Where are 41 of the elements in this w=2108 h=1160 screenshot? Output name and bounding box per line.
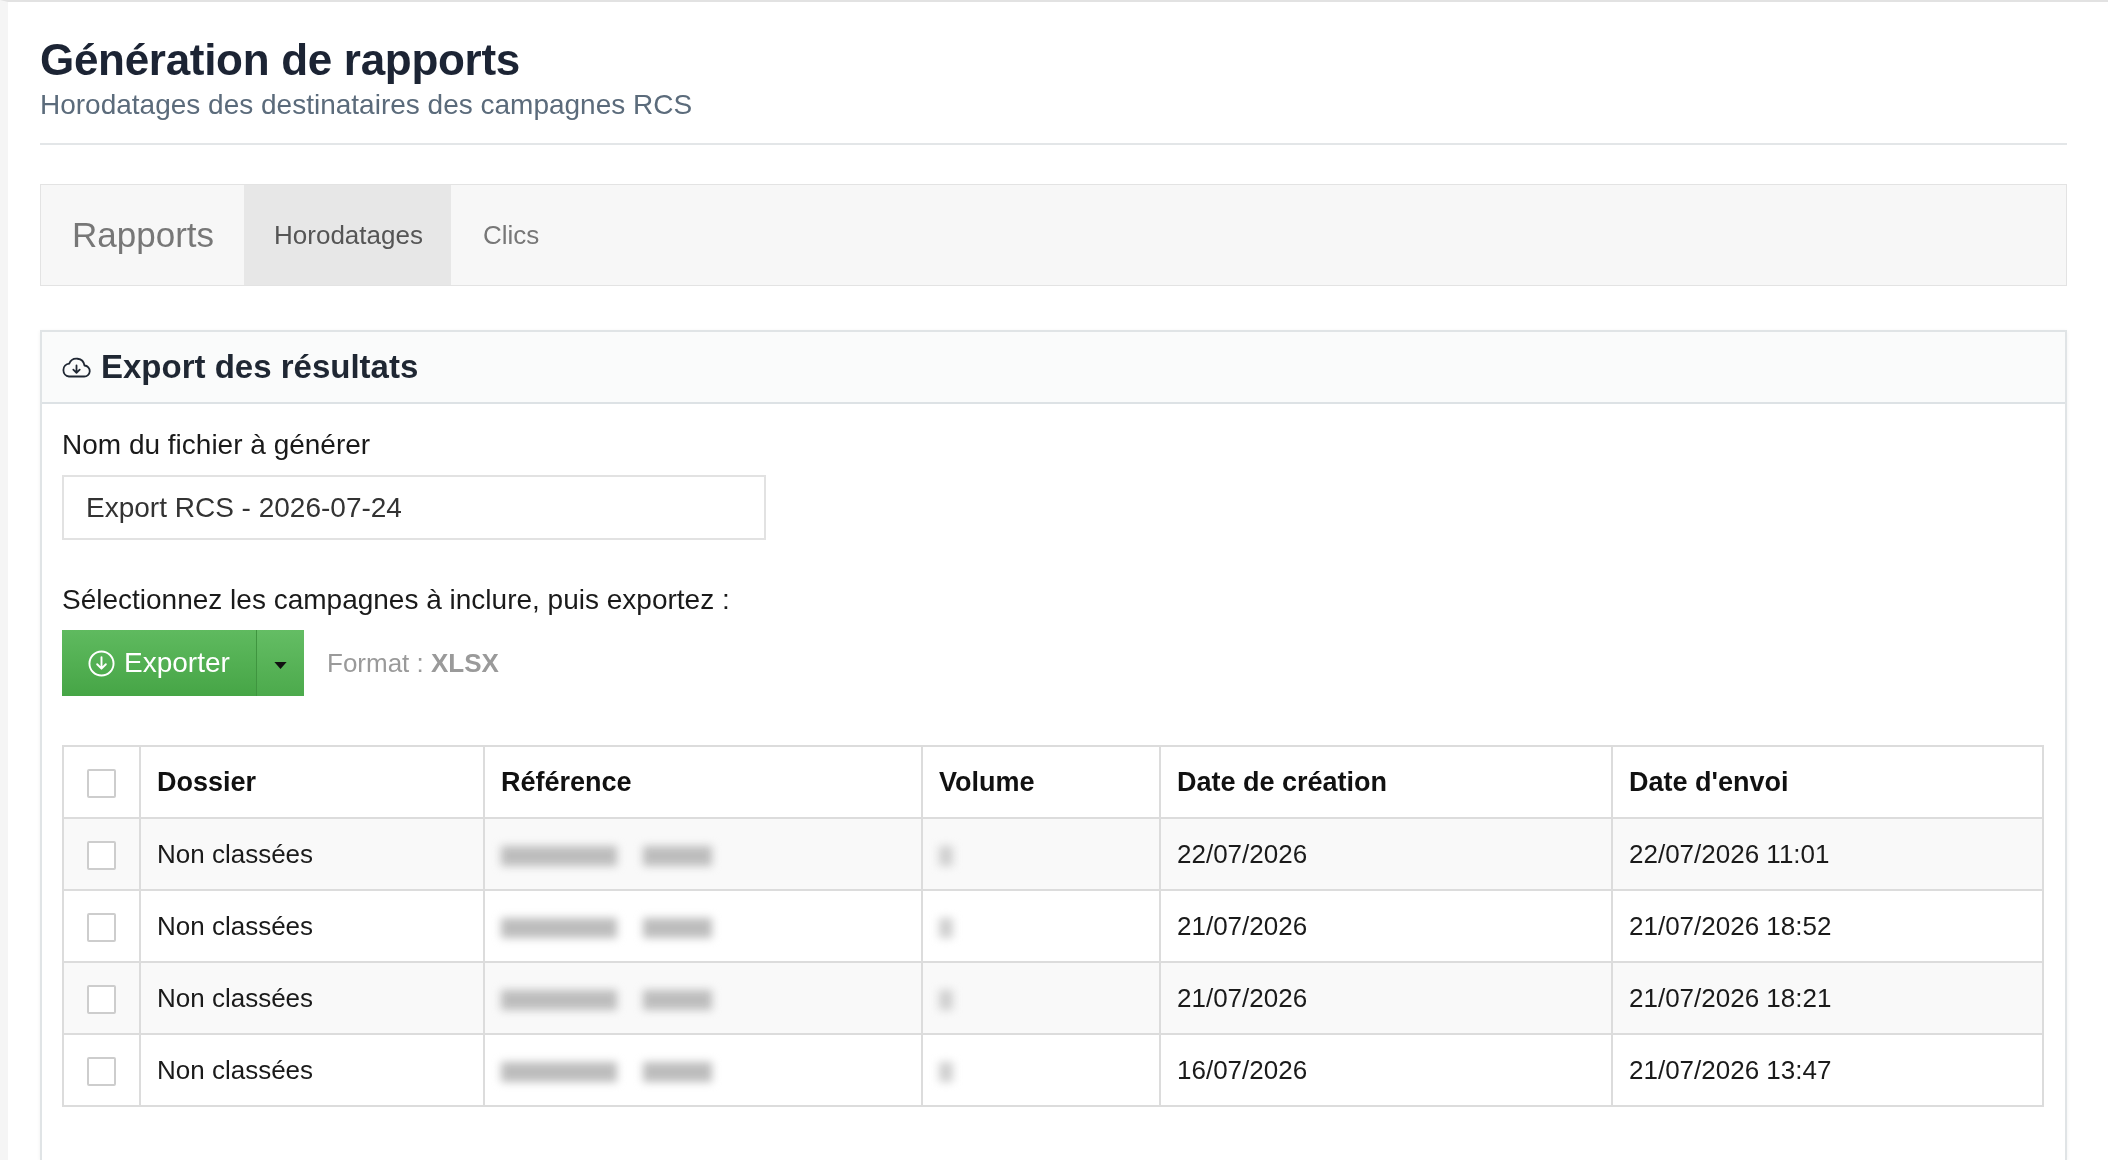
table-cell: Non classées — [140, 962, 484, 1034]
dropdown-toggle-button[interactable] — [257, 630, 304, 696]
table-cell: 22/07/2026 — [1160, 818, 1612, 890]
format-note: Format : XLSX — [327, 647, 499, 679]
table-cell: 22/07/2026 11:01 — [1612, 818, 2043, 890]
panel-title: Export des résultats — [101, 348, 419, 386]
row-checkbox[interactable] — [87, 840, 116, 870]
download-circle-icon — [88, 649, 115, 677]
table-cell: Non classées — [140, 1034, 484, 1106]
table-cell: 21/07/2026 — [1160, 962, 1612, 1034]
column-header: Date d'envoi — [1612, 746, 2043, 818]
table-cell: Non classées — [140, 890, 484, 962]
page-subtitle: Horodatages des destinataires des campagnes RCS — [40, 88, 693, 122]
navbar-brand[interactable]: Rapports — [41, 185, 245, 285]
column-header: Volume — [922, 746, 1160, 818]
cloud-download-icon — [61, 356, 91, 378]
field-label: Nom du fichier à générer — [62, 428, 371, 462]
export-button[interactable]: Exporter — [62, 630, 257, 696]
tab[interactable]: Horodatages — [244, 185, 451, 285]
column-header: Référence — [484, 746, 922, 818]
row-checkbox[interactable] — [87, 984, 116, 1014]
table-cell: 16/07/2026 — [1160, 1034, 1612, 1106]
blurred-text — [939, 845, 953, 866]
column-header: Dossier — [140, 746, 484, 818]
filename-input[interactable]: Export RCS - 2026-07-24 — [62, 475, 766, 540]
page-title: Génération de rapports — [40, 34, 520, 86]
column-header: Date de création — [1160, 746, 1612, 818]
blurred-text — [939, 989, 953, 1010]
blurred-text — [939, 917, 953, 938]
row-checkbox[interactable] — [87, 1056, 116, 1086]
table-cell: 21/07/2026 — [1160, 890, 1612, 962]
table-cell: 21/07/2026 18:52 — [1612, 890, 2043, 962]
caret-icon — [274, 661, 287, 669]
row-checkbox[interactable] — [87, 912, 116, 942]
instructions-text: Sélectionnez les campagnes à inclure, puis exportez : — [62, 583, 730, 617]
table-cell: Non classées — [140, 818, 484, 890]
blurred-text — [939, 1061, 953, 1082]
tab[interactable]: Clics — [450, 185, 570, 285]
table-cell: 21/07/2026 18:21 — [1612, 962, 2043, 1034]
select-all-checkbox[interactable] — [87, 768, 116, 798]
table-cell: 21/07/2026 13:47 — [1612, 1034, 2043, 1106]
